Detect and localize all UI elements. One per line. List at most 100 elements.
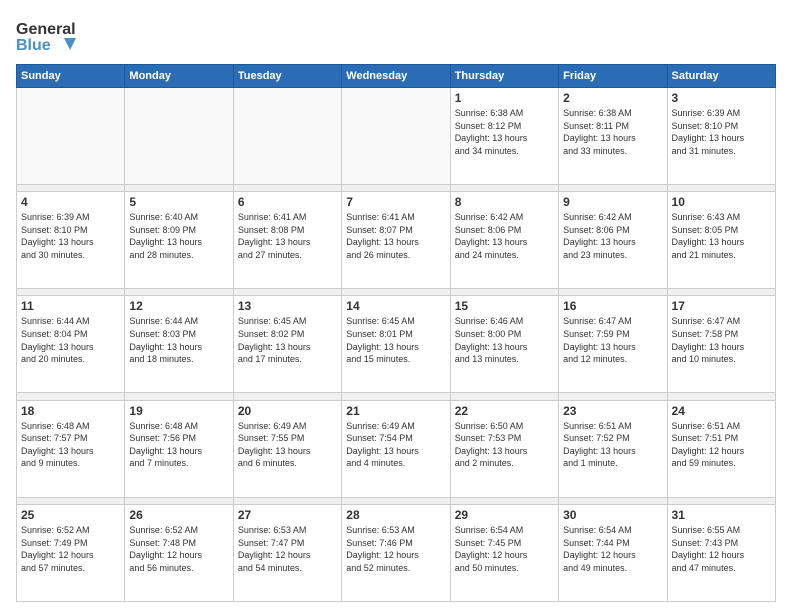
- header-friday: Friday: [559, 65, 667, 88]
- day-info: Sunrise: 6:48 AM Sunset: 7:56 PM Dayligh…: [129, 420, 228, 470]
- day-number: 19: [129, 404, 228, 418]
- calendar-day-cell: 6 Sunrise: 6:41 AM Sunset: 8:08 PM Daylig…: [233, 192, 341, 289]
- calendar-day-cell: 5 Sunrise: 6:40 AM Sunset: 8:09 PM Daylig…: [125, 192, 233, 289]
- svg-text:Blue: Blue: [16, 37, 51, 54]
- day-number: 21: [346, 404, 445, 418]
- day-number: 25: [21, 508, 120, 522]
- calendar-day-cell: 10Sunrise: 6:43 AM Sunset: 8:05 PM Dayli…: [667, 192, 775, 289]
- day-number: 7: [346, 195, 445, 209]
- calendar-day-cell: 22Sunrise: 6:50 AM Sunset: 7:53 PM Dayli…: [450, 400, 558, 497]
- calendar-day-cell: 9Sunrise: 6:42 AM Sunset: 8:06 PM Daylig…: [559, 192, 667, 289]
- day-number: 18: [21, 404, 120, 418]
- calendar-day-cell: [342, 88, 450, 185]
- calendar-day-cell: 13 Sunrise: 6:45 AM Sunset: 8:02 PM Dayli…: [233, 296, 341, 393]
- day-number: 30: [563, 508, 662, 522]
- header-monday: Monday: [125, 65, 233, 88]
- day-number: 24: [672, 404, 771, 418]
- calendar-week-row: 1 Sunrise: 6:38 AM Sunset: 8:12 PM Daylig…: [17, 88, 776, 185]
- calendar-day-cell: 28Sunrise: 6:53 AM Sunset: 7:46 PM Dayli…: [342, 504, 450, 601]
- day-info: Sunrise: 6:38 AM Sunset: 8:12 PM Dayligh…: [455, 107, 554, 157]
- day-info: Sunrise: 6:52 AM Sunset: 7:49 PM Dayligh…: [21, 524, 120, 574]
- calendar-day-cell: 3Sunrise: 6:39 AM Sunset: 8:10 PM Daylig…: [667, 88, 775, 185]
- day-info: Sunrise: 6:45 AM Sunset: 8:01 PM Dayligh…: [346, 315, 445, 365]
- calendar-day-cell: [125, 88, 233, 185]
- calendar-day-cell: 16Sunrise: 6:47 AM Sunset: 7:59 PM Dayli…: [559, 296, 667, 393]
- logo-svg: General Blue: [16, 16, 76, 56]
- calendar-day-cell: 14 Sunrise: 6:45 AM Sunset: 8:01 PM Dayli…: [342, 296, 450, 393]
- calendar-day-cell: [17, 88, 125, 185]
- day-number: 23: [563, 404, 662, 418]
- day-number: 2: [563, 91, 662, 105]
- calendar-day-cell: [233, 88, 341, 185]
- calendar-table: Sunday Monday Tuesday Wednesday Thursday…: [16, 64, 776, 602]
- calendar-day-cell: 27 Sunrise: 6:53 AM Sunset: 7:47 PM Dayli…: [233, 504, 341, 601]
- calendar-week-row: 25 Sunrise: 6:52 AM Sunset: 7:49 PM Dayli…: [17, 504, 776, 601]
- calendar-day-cell: 24 Sunrise: 6:51 AM Sunset: 7:51 PM Dayli…: [667, 400, 775, 497]
- day-number: 15: [455, 299, 554, 313]
- header-wednesday: Wednesday: [342, 65, 450, 88]
- day-number: 13: [238, 299, 337, 313]
- day-info: Sunrise: 6:39 AM Sunset: 8:10 PM Dayligh…: [21, 211, 120, 261]
- day-number: 17: [672, 299, 771, 313]
- week-separator: [17, 497, 776, 504]
- day-number: 26: [129, 508, 228, 522]
- week-separator: [17, 393, 776, 400]
- calendar-day-cell: 8 Sunrise: 6:42 AM Sunset: 8:06 PM Daylig…: [450, 192, 558, 289]
- header-sunday: Sunday: [17, 65, 125, 88]
- day-number: 20: [238, 404, 337, 418]
- week-separator: [17, 184, 776, 191]
- day-info: Sunrise: 6:40 AM Sunset: 8:09 PM Dayligh…: [129, 211, 228, 261]
- calendar-day-cell: 20Sunrise: 6:49 AM Sunset: 7:55 PM Dayli…: [233, 400, 341, 497]
- day-info: Sunrise: 6:48 AM Sunset: 7:57 PM Dayligh…: [21, 420, 120, 470]
- day-number: 5: [129, 195, 228, 209]
- day-info: Sunrise: 6:55 AM Sunset: 7:43 PM Dayligh…: [672, 524, 771, 574]
- calendar-day-cell: 29Sunrise: 6:54 AM Sunset: 7:45 PM Dayli…: [450, 504, 558, 601]
- day-info: Sunrise: 6:54 AM Sunset: 7:44 PM Dayligh…: [563, 524, 662, 574]
- calendar-day-cell: 4 Sunrise: 6:39 AM Sunset: 8:10 PM Daylig…: [17, 192, 125, 289]
- calendar-day-cell: 26 Sunrise: 6:52 AM Sunset: 7:48 PM Dayli…: [125, 504, 233, 601]
- day-number: 27: [238, 508, 337, 522]
- day-info: Sunrise: 6:42 AM Sunset: 8:06 PM Dayligh…: [455, 211, 554, 261]
- svg-text:General: General: [16, 21, 76, 38]
- calendar-day-cell: 7 Sunrise: 6:41 AM Sunset: 8:07 PM Daylig…: [342, 192, 450, 289]
- day-info: Sunrise: 6:46 AM Sunset: 8:00 PM Dayligh…: [455, 315, 554, 365]
- calendar-day-cell: 11 Sunrise: 6:44 AM Sunset: 8:04 PM Dayli…: [17, 296, 125, 393]
- day-info: Sunrise: 6:47 AM Sunset: 7:59 PM Dayligh…: [563, 315, 662, 365]
- calendar-day-cell: 23Sunrise: 6:51 AM Sunset: 7:52 PM Dayli…: [559, 400, 667, 497]
- day-info: Sunrise: 6:47 AM Sunset: 7:58 PM Dayligh…: [672, 315, 771, 365]
- day-info: Sunrise: 6:50 AM Sunset: 7:53 PM Dayligh…: [455, 420, 554, 470]
- day-info: Sunrise: 6:54 AM Sunset: 7:45 PM Dayligh…: [455, 524, 554, 574]
- calendar-day-cell: 2Sunrise: 6:38 AM Sunset: 8:11 PM Daylig…: [559, 88, 667, 185]
- calendar-week-row: 4 Sunrise: 6:39 AM Sunset: 8:10 PM Daylig…: [17, 192, 776, 289]
- day-info: Sunrise: 6:44 AM Sunset: 8:03 PM Dayligh…: [129, 315, 228, 365]
- day-info: Sunrise: 6:53 AM Sunset: 7:47 PM Dayligh…: [238, 524, 337, 574]
- day-number: 4: [21, 195, 120, 209]
- day-number: 12: [129, 299, 228, 313]
- day-number: 8: [455, 195, 554, 209]
- day-info: Sunrise: 6:42 AM Sunset: 8:06 PM Dayligh…: [563, 211, 662, 261]
- day-number: 11: [21, 299, 120, 313]
- calendar-day-cell: 31Sunrise: 6:55 AM Sunset: 7:43 PM Dayli…: [667, 504, 775, 601]
- day-number: 14: [346, 299, 445, 313]
- day-info: Sunrise: 6:41 AM Sunset: 8:07 PM Dayligh…: [346, 211, 445, 261]
- calendar-day-cell: 18 Sunrise: 6:48 AM Sunset: 7:57 PM Dayli…: [17, 400, 125, 497]
- day-info: Sunrise: 6:41 AM Sunset: 8:08 PM Dayligh…: [238, 211, 337, 261]
- day-number: 10: [672, 195, 771, 209]
- day-info: Sunrise: 6:49 AM Sunset: 7:54 PM Dayligh…: [346, 420, 445, 470]
- day-number: 6: [238, 195, 337, 209]
- day-info: Sunrise: 6:44 AM Sunset: 8:04 PM Dayligh…: [21, 315, 120, 365]
- header-tuesday: Tuesday: [233, 65, 341, 88]
- header: General Blue: [16, 16, 776, 56]
- day-info: Sunrise: 6:52 AM Sunset: 7:48 PM Dayligh…: [129, 524, 228, 574]
- header-thursday: Thursday: [450, 65, 558, 88]
- week-separator: [17, 289, 776, 296]
- calendar-week-row: 11 Sunrise: 6:44 AM Sunset: 8:04 PM Dayli…: [17, 296, 776, 393]
- header-saturday: Saturday: [667, 65, 775, 88]
- calendar-day-cell: 30 Sunrise: 6:54 AM Sunset: 7:44 PM Dayli…: [559, 504, 667, 601]
- calendar-day-cell: 12 Sunrise: 6:44 AM Sunset: 8:03 PM Dayli…: [125, 296, 233, 393]
- day-number: 1: [455, 91, 554, 105]
- day-info: Sunrise: 6:45 AM Sunset: 8:02 PM Dayligh…: [238, 315, 337, 365]
- weekday-header-row: Sunday Monday Tuesday Wednesday Thursday…: [17, 65, 776, 88]
- day-number: 3: [672, 91, 771, 105]
- day-info: Sunrise: 6:51 AM Sunset: 7:51 PM Dayligh…: [672, 420, 771, 470]
